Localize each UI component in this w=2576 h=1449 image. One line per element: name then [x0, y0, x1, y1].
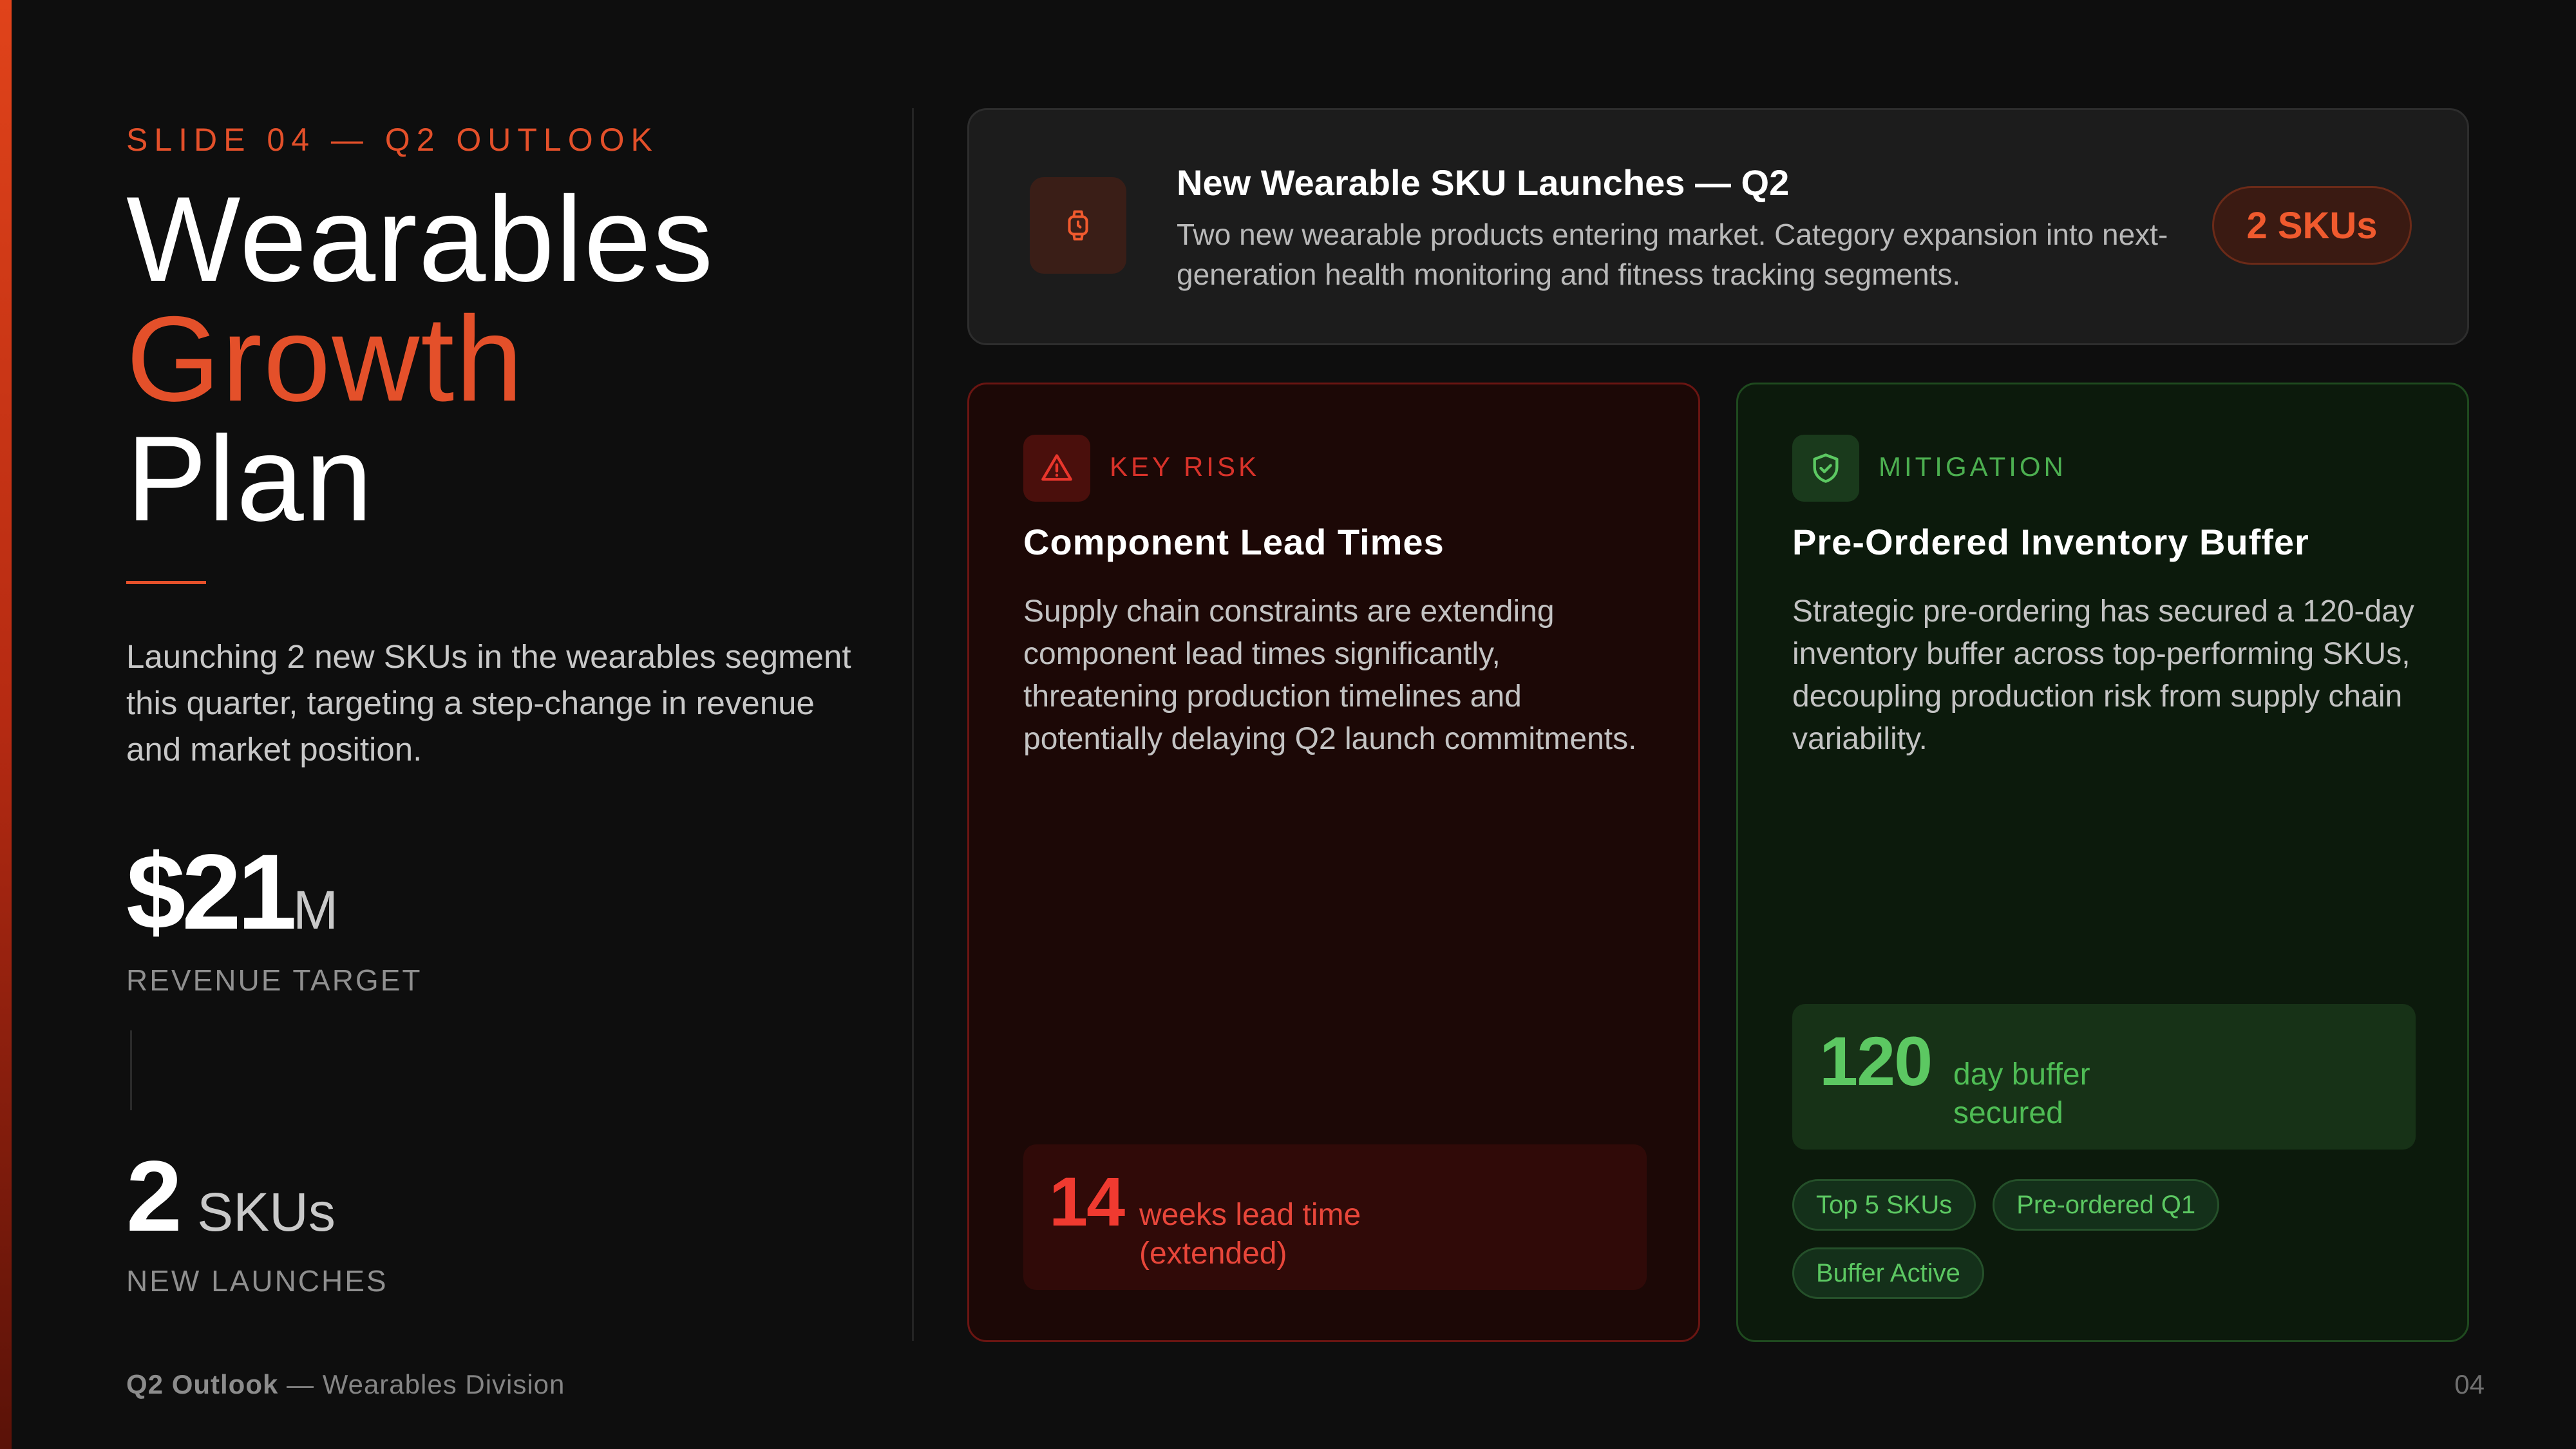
slide-title: Wearables Growth Plan	[126, 171, 715, 546]
warning-icon	[1023, 435, 1090, 502]
stat-revenue-value: $21M	[126, 833, 338, 952]
risk-card-title: Component Lead Times	[1023, 522, 1444, 562]
watch-icon	[1030, 177, 1126, 274]
mitigation-card-tag: MITIGATION	[1879, 451, 2067, 482]
mitigation-card: MITIGATION Pre-Ordered Inventory Buffer …	[1736, 383, 2469, 1342]
slide: SLIDE 04 — Q2 OUTLOOK Wearables Growth P…	[0, 0, 2576, 1449]
column-divider	[912, 108, 914, 1341]
mitigation-metric: 120 day buffer secured	[1792, 1004, 2416, 1150]
title-rule	[126, 581, 206, 584]
mitigation-card-body: Strategic pre-ordering has secured a 120…	[1792, 594, 2414, 756]
chip-top-skus: Top 5 SKUs	[1792, 1179, 1976, 1231]
chip-pre-ordered: Pre-ordered Q1	[1993, 1179, 2220, 1231]
slide-lede: Launching 2 new SKUs in the wearables se…	[126, 638, 851, 768]
risk-metric-label: weeks lead time (extended)	[1139, 1198, 1361, 1271]
mitigation-metric-label: day buffer secured	[1953, 1057, 2090, 1130]
slide-eyebrow: SLIDE 04 — Q2 OUTLOOK	[126, 122, 659, 158]
risk-card: KEY RISK Component Lead Times Supply cha…	[967, 383, 1700, 1342]
stat-revenue: $21M REVENUE TARGET	[126, 833, 422, 998]
title-line-3: Plan	[126, 411, 374, 546]
title-line-2: Growth	[126, 291, 524, 426]
risk-card-body: Supply chain constraints are extending c…	[1023, 594, 1637, 756]
stat-divider	[130, 1030, 132, 1110]
mitigation-chips: Top 5 SKUs Pre-ordered Q1 Buffer Active	[1792, 1179, 2423, 1299]
stat-launches-value: 2 SKUs	[126, 1141, 336, 1253]
risk-card-tag: KEY RISK	[1110, 451, 1260, 482]
risk-metric-value: 14	[1049, 1162, 1125, 1240]
title-line-1: Wearables	[126, 171, 715, 307]
accent-bar	[0, 0, 12, 1449]
stat-launches-label: NEW LAUNCHES	[126, 1264, 388, 1298]
risk-metric: 14 weeks lead time (extended)	[1023, 1144, 1647, 1290]
launch-card: New Wearable SKU Launches — Q2 Two new w…	[967, 108, 2469, 345]
shield-check-icon	[1792, 435, 1859, 502]
stat-launches: 2 SKUs NEW LAUNCHES	[126, 1146, 388, 1298]
footer-caption: Q2 Outlook — Wearables Division	[126, 1369, 565, 1399]
chip-buffer-active: Buffer Active	[1792, 1247, 1984, 1299]
mitigation-card-title: Pre-Ordered Inventory Buffer	[1792, 522, 2309, 562]
mitigation-metric-value: 120	[1819, 1022, 1933, 1100]
page-number: 04	[2454, 1369, 2485, 1399]
stat-revenue-label: REVENUE TARGET	[126, 963, 422, 997]
sku-count-badge: 2 SKUs	[2212, 186, 2412, 265]
launch-card-description: Two new wearable products entering marke…	[1177, 218, 2168, 291]
launch-card-title: New Wearable SKU Launches — Q2	[1177, 162, 1790, 203]
